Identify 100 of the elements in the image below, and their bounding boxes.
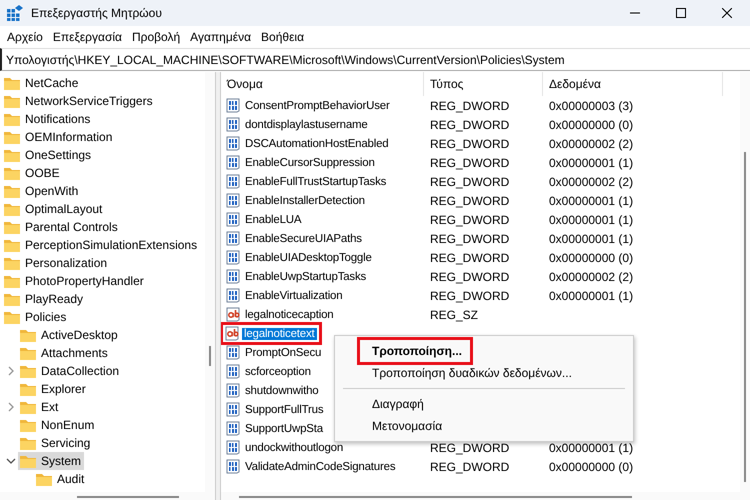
scrollbar[interactable]: [740, 72, 750, 492]
binary-value-icon: [226, 440, 241, 455]
binary-value-icon: [226, 231, 241, 246]
value-name[interactable]: dontdisplaylastusername: [243, 118, 370, 130]
value-data: 0x00000001 (1): [549, 288, 634, 302]
folder-icon: [20, 364, 36, 378]
value-data: 0x00000001 (1): [549, 440, 634, 454]
value-name[interactable]: legalnoticecaption: [243, 308, 336, 320]
binary-value-icon: [226, 174, 241, 189]
tree-item[interactable]: NonEnum: [18, 416, 98, 434]
value-name[interactable]: SupportUwpSta: [243, 422, 325, 434]
folder-icon: [20, 382, 36, 396]
string-value-icon: [226, 307, 241, 322]
value-data: 0x00000000 (0): [549, 460, 634, 474]
value-data: 0x00000002 (2): [549, 270, 634, 284]
value-name[interactable]: EnableLUA: [243, 214, 304, 226]
tree-item[interactable]: PerceptionSimulationExtensions: [2, 236, 200, 254]
value-data: 0x00000001 (1): [549, 156, 634, 170]
value-name[interactable]: ValidateAdminCodeSignatures: [243, 460, 398, 472]
menu-item[interactable]: Προβολή: [126, 28, 186, 46]
tree-item[interactable]: System: [18, 452, 84, 470]
value-name[interactable]: scforceoption: [243, 366, 313, 378]
tree-item[interactable]: OpenWith: [2, 182, 82, 200]
menu-item[interactable]: Μετονομασία: [335, 415, 442, 437]
value-type: REG_DWORD: [430, 174, 510, 188]
folder-icon: [20, 400, 36, 414]
value-name[interactable]: EnableFullTrustStartupTasks: [243, 176, 388, 188]
value-name[interactable]: EnableSecureUIAPaths: [243, 232, 364, 244]
tree-item[interactable]: Ext: [18, 398, 62, 416]
column-header[interactable]: Δεδομένα: [543, 72, 723, 96]
value-name[interactable]: PromptOnSecu: [243, 346, 324, 358]
binary-value-icon: [226, 288, 241, 303]
menu-item[interactable]: Αρχείο: [2, 28, 48, 46]
maximize-icon[interactable]: [676, 8, 686, 18]
tree-item[interactable]: PlayReady: [2, 290, 86, 308]
folder-icon: [4, 166, 20, 180]
binary-value-icon: [226, 383, 241, 398]
value-name[interactable]: EnableUwpStartupTasks: [243, 270, 368, 282]
folder-icon: [4, 292, 20, 306]
tree-item[interactable]: OOBE: [2, 164, 63, 182]
value-data: 0x00000003 (3): [549, 98, 634, 112]
folder-icon: [4, 256, 20, 270]
tree-item[interactable]: Explorer: [18, 380, 89, 398]
value-name[interactable]: SupportFullTrus: [243, 404, 326, 416]
tree-item[interactable]: Servicing: [18, 434, 94, 452]
tree-item[interactable]: DataCollection: [18, 362, 122, 380]
value-name[interactable]: EnableCursorSuppression: [243, 156, 377, 168]
binary-value-icon: [226, 269, 241, 284]
scrollbar[interactable]: [221, 492, 750, 500]
value-type: REG_DWORD: [430, 212, 510, 226]
menu-item[interactable]: Βοήθεια: [256, 28, 310, 46]
binary-value-icon: [226, 155, 241, 170]
tree-item[interactable]: Notifications: [2, 110, 94, 128]
tree-item[interactable]: ActiveDesktop: [18, 326, 121, 344]
menu-item[interactable]: Επεξεργασία: [48, 28, 127, 46]
tree-item[interactable]: NetworkServiceTriggers: [2, 92, 156, 110]
value-name[interactable]: EnableUIADesktopToggle: [243, 252, 374, 264]
tree-item[interactable]: Policies: [2, 308, 70, 326]
menu-item[interactable]: Τροποποίηση δυαδικών δεδομένων...: [335, 362, 572, 384]
value-name[interactable]: EnableVirtualization: [243, 290, 344, 302]
menu-item[interactable]: Διαγραφή: [335, 393, 424, 415]
binary-value-icon: [226, 364, 241, 379]
string-value-icon: [225, 326, 240, 341]
value-data: 0x00000001 (1): [549, 212, 634, 226]
value-type: REG_DWORD: [430, 136, 510, 150]
scrollbar[interactable]: [205, 72, 215, 492]
value-type: REG_DWORD: [430, 440, 510, 454]
value-data: 0x00000002 (2): [549, 136, 634, 150]
address-field[interactable]: Υπολογιστής\HKEY_LOCAL_MACHINE\SOFTWARE\Microsoft\Windows\CurrentVersion\Policies\System: [0, 48, 750, 71]
close-icon[interactable]: [722, 8, 732, 18]
value-type: REG_DWORD: [430, 194, 510, 208]
menu-item[interactable]: Αγαπημένα: [185, 28, 256, 46]
value-name[interactable]: undockwithoutlogon: [243, 442, 346, 454]
tree-item[interactable]: Audit: [34, 470, 88, 488]
tree-item[interactable]: OptimalLayout: [2, 200, 106, 218]
tree-item[interactable]: PhotoPropertyHandler: [2, 272, 147, 290]
tree-item[interactable]: OneSettings: [2, 146, 94, 164]
scrollbar[interactable]: [0, 492, 215, 500]
binary-value-icon: [226, 98, 241, 113]
tree-item[interactable]: OEMInformation: [2, 128, 116, 146]
value-name[interactable]: legalnoticetext: [242, 328, 317, 340]
tree-item[interactable]: Attachments: [18, 344, 111, 362]
app-icon: [7, 5, 23, 21]
folder-icon: [20, 436, 36, 450]
tree-item[interactable]: NetCache: [2, 74, 82, 92]
folder-icon: [4, 184, 20, 198]
menu-item[interactable]: Τροποποίηση...: [360, 340, 470, 362]
value-name[interactable]: ConsentPromptBehaviorUser: [243, 100, 392, 112]
folder-icon: [20, 328, 36, 342]
tree-item[interactable]: Personalization: [2, 254, 110, 272]
value-name[interactable]: EnableInstallerDetection: [243, 194, 367, 206]
binary-value-icon: [226, 193, 241, 208]
column-header[interactable]: Τύπος: [424, 72, 543, 96]
tree-item[interactable]: Parental Controls: [2, 218, 121, 236]
folder-icon: [20, 418, 36, 432]
column-header[interactable]: Όνομα: [221, 72, 424, 96]
value-name[interactable]: DSCAutomationHostEnabled: [243, 138, 391, 150]
value-name[interactable]: shutdownwitho: [243, 384, 320, 396]
window-title: Επεξεργαστής Μητρώου: [31, 6, 163, 20]
folder-icon: [4, 148, 20, 162]
